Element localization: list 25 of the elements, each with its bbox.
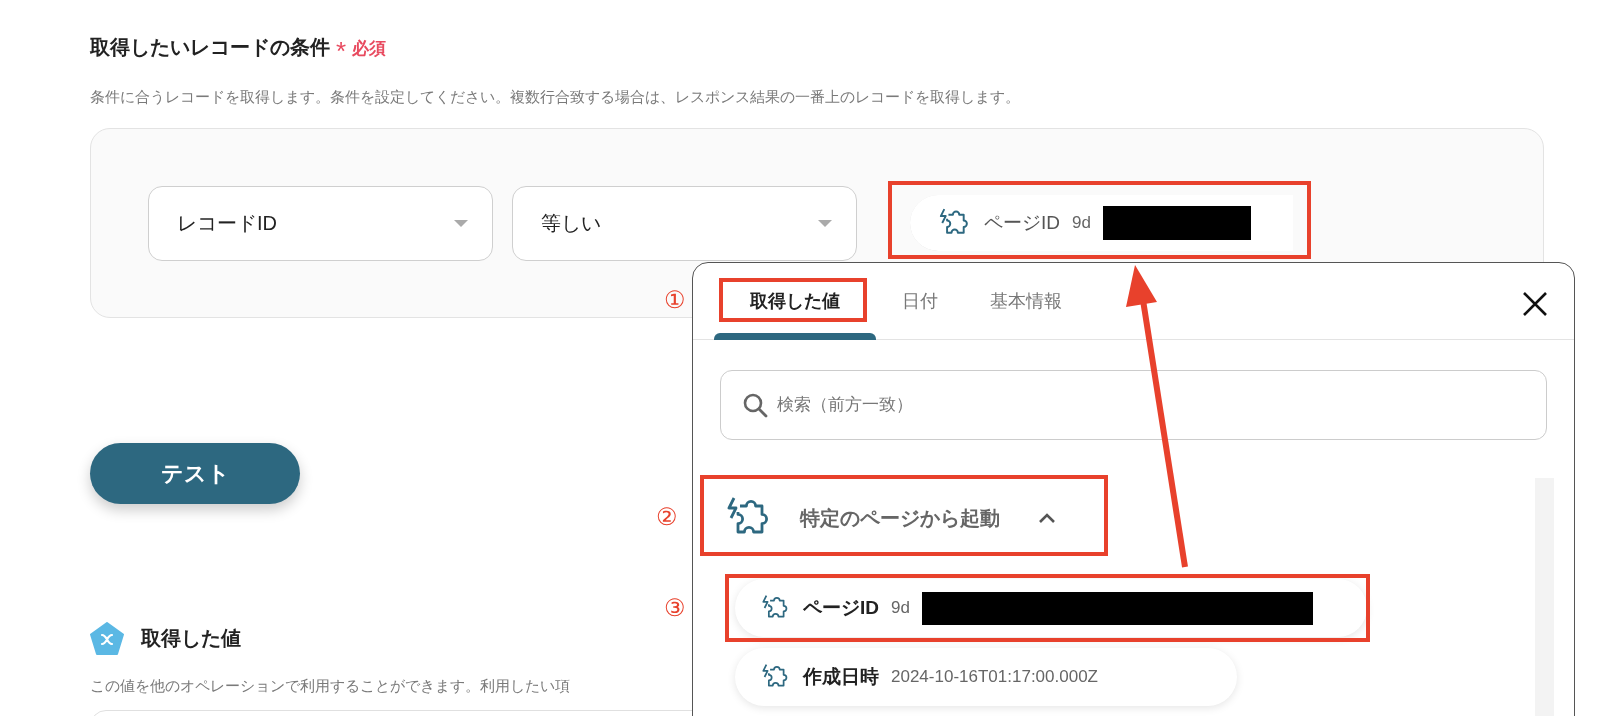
section-description: この値を他のオペレーションで利用することができます。利用したい項	[90, 677, 570, 696]
operator-select[interactable]: 等しい	[512, 185, 857, 261]
test-button[interactable]: テスト	[90, 443, 300, 504]
variable-icon	[90, 622, 124, 655]
close-icon[interactable]	[1522, 291, 1548, 317]
search-icon	[742, 392, 768, 418]
value-chip[interactable]: ページID 9d	[910, 195, 1293, 251]
trigger-group-header[interactable]: 特定のページから起動	[693, 478, 1062, 558]
tab[interactable]: 取得した値	[738, 285, 852, 317]
step-number: ②	[656, 505, 678, 529]
search-field[interactable]: 検索（前方一致）	[720, 370, 1547, 440]
step-number: ③	[664, 596, 686, 620]
section-description: 条件に合うレコードを取得します。条件を設定してください。複数行合致する場合は、レスポンス結果の一番上のレコードを取得します。	[90, 88, 1020, 107]
dropdown-caret-icon	[818, 219, 832, 227]
field-select[interactable]: レコードID	[148, 185, 493, 261]
value-item[interactable]: 作成日時 2024-10-16T01:17:00.000Z	[735, 648, 1237, 706]
value-item[interactable]: ページID 9d	[735, 579, 1367, 637]
step-number: ①	[664, 288, 686, 312]
section-title: 取得した値	[141, 626, 241, 651]
tab[interactable]: 基本情報	[978, 285, 1074, 317]
section-title: 取得したいレコードの条件	[90, 35, 330, 60]
required-label: 必須	[352, 38, 387, 60]
required-mark: *	[336, 38, 347, 64]
dropdown-caret-icon	[454, 219, 468, 227]
tab[interactable]: 日付	[890, 285, 950, 317]
